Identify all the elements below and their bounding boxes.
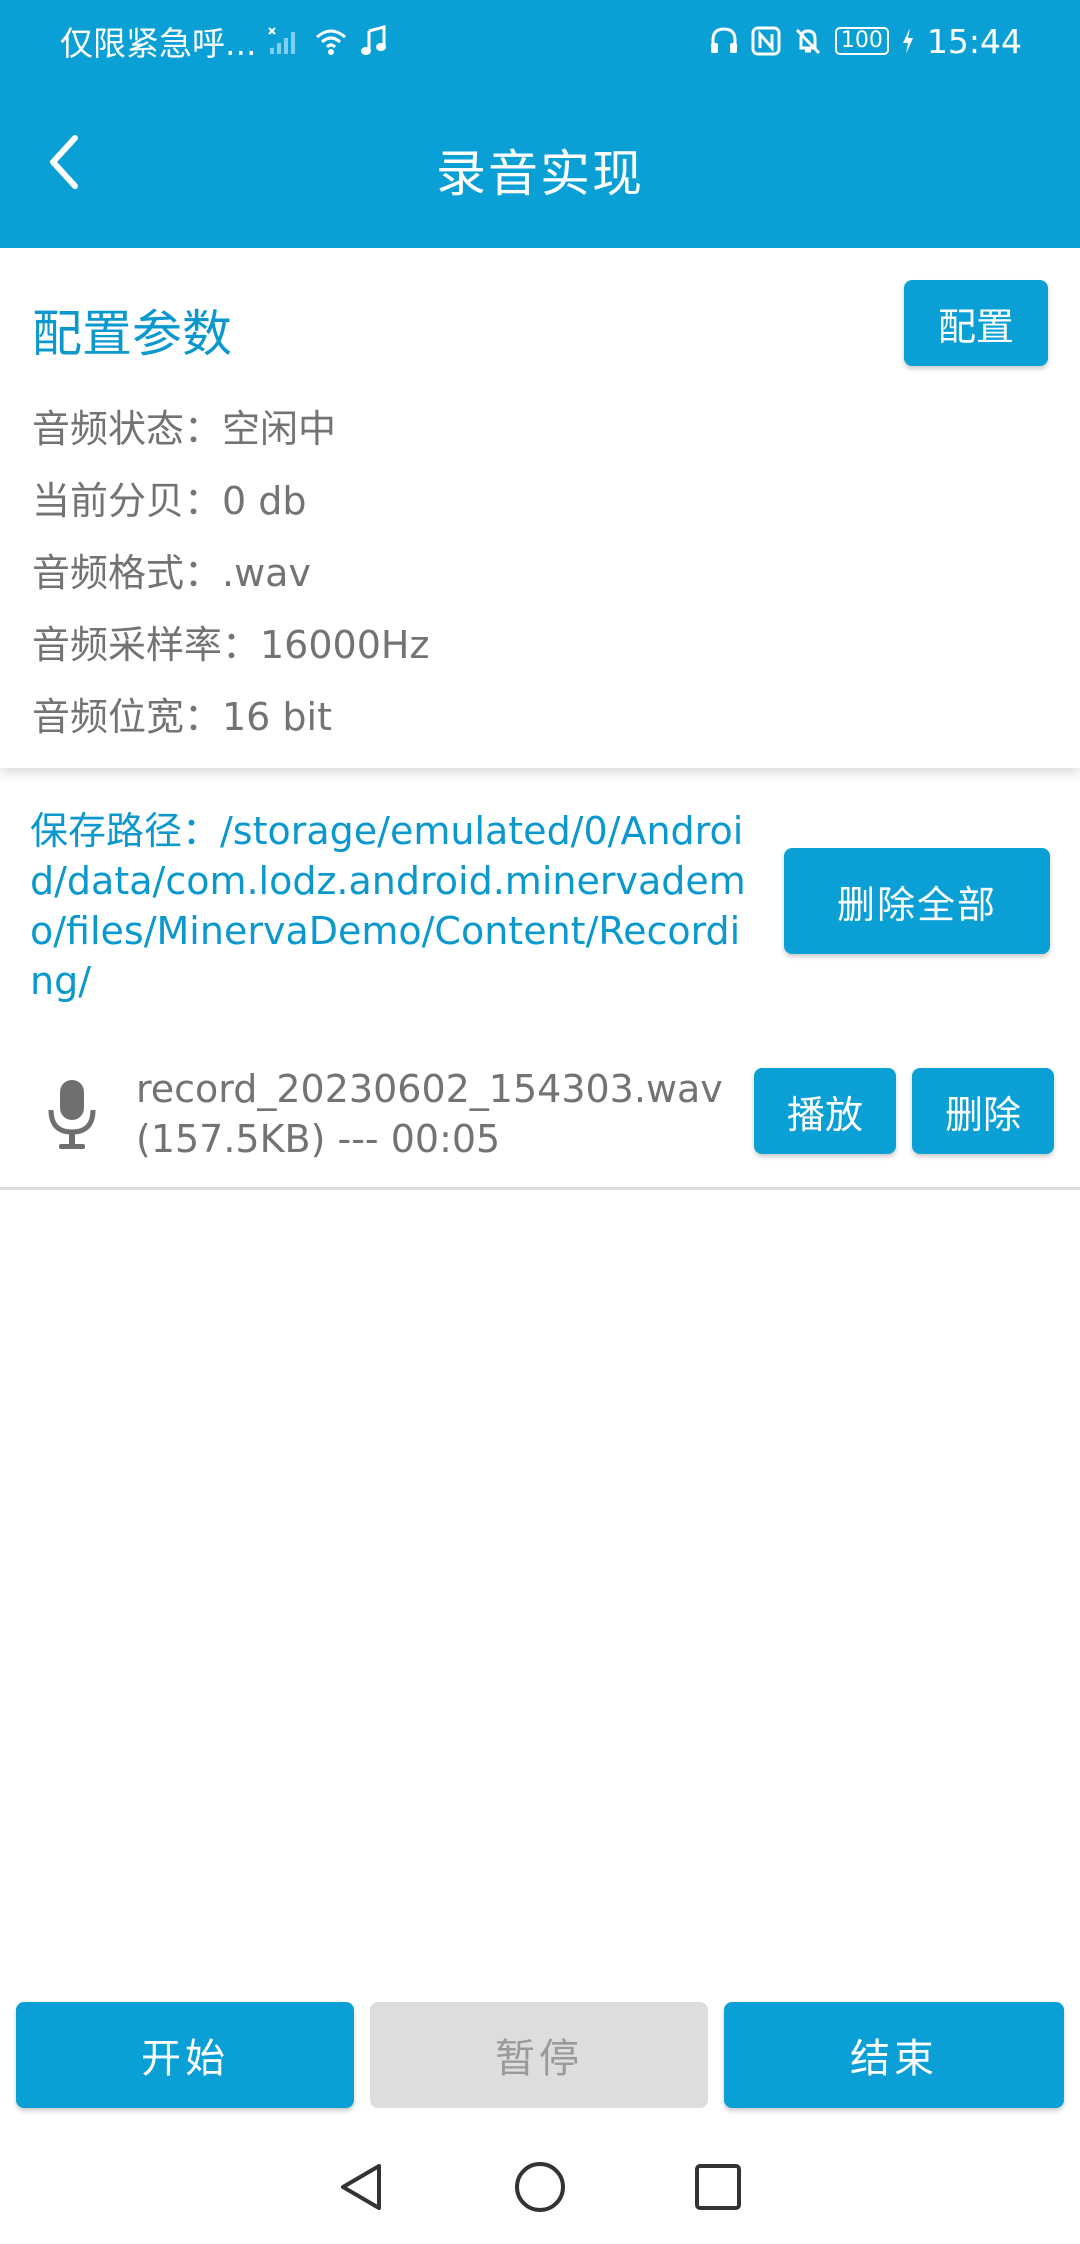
config-card: 配置参数 配置 音频状态：空闲中 当前分贝：0 db 音频格式：.wav 音频采… <box>0 248 1080 768</box>
signal-icon <box>268 26 302 56</box>
toolbar: 录音实现 <box>0 82 1080 248</box>
delete-all-button[interactable]: 删除全部 <box>784 848 1050 954</box>
microphone-icon <box>48 1080 96 1149</box>
recording-list-item[interactable]: record_20230602_154303.wav (157.5KB) ---… <box>0 1044 1080 1190</box>
pause-button[interactable]: 暂停 <box>370 2002 708 2108</box>
system-nav-bar <box>0 2130 1080 2244</box>
nav-back-icon <box>341 2164 381 2210</box>
config-button[interactable]: 配置 <box>904 280 1048 366</box>
clock: 15:44 <box>926 21 1022 61</box>
current-decibel-row: 当前分贝：0 db <box>32 479 307 523</box>
battery-level: 100 <box>840 28 883 53</box>
bit-width-row: 音频位宽：16 bit <box>32 695 333 739</box>
sample-rate-row: 音频采样率：16000Hz <box>32 623 430 667</box>
recording-filename: record_20230602_154303.wav <box>136 1067 723 1111</box>
config-title: 配置参数 <box>32 305 232 363</box>
audio-format-row: 音频格式：.wav <box>32 551 311 595</box>
recording-info: record_20230602_154303.wav (157.5KB) ---… <box>136 1064 736 1164</box>
wifi-icon <box>314 26 348 56</box>
carrier-text: 仅限紧急呼... <box>60 24 257 63</box>
nav-recents-button[interactable] <box>691 2160 745 2214</box>
delete-button[interactable]: 删除 <box>912 1068 1054 1154</box>
status-bar: 仅限紧急呼... 100 15:44 <box>0 0 1080 82</box>
app-root: 仅限紧急呼... 100 15:44 录音实现 配置参数 配置 音频状态：空闲中… <box>0 0 1080 2244</box>
stop-button[interactable]: 结束 <box>724 2002 1064 2108</box>
nav-back-button[interactable] <box>335 2160 389 2214</box>
play-button[interactable]: 播放 <box>754 1068 896 1154</box>
nfc-icon <box>751 26 781 56</box>
save-path: 保存路径：/storage/emulated/0/Android/data/co… <box>30 809 746 1003</box>
charging-icon <box>901 27 915 55</box>
status-left: 仅限紧急呼... <box>60 17 388 65</box>
mute-bell-icon <box>793 26 823 56</box>
status-right: 100 15:44 <box>709 22 1022 61</box>
page-title: 录音实现 <box>436 145 644 203</box>
recording-size-duration: (157.5KB) --- 00:05 <box>136 1117 501 1161</box>
audio-status-row: 音频状态：空闲中 <box>32 407 337 451</box>
nav-home-button[interactable] <box>513 2160 567 2214</box>
battery-icon: 100 <box>834 27 889 55</box>
start-button[interactable]: 开始 <box>16 2002 354 2108</box>
music-note-icon <box>360 25 388 57</box>
headphones-icon <box>709 26 739 56</box>
nav-home-icon <box>515 2162 565 2212</box>
nav-recents-icon <box>695 2164 741 2210</box>
